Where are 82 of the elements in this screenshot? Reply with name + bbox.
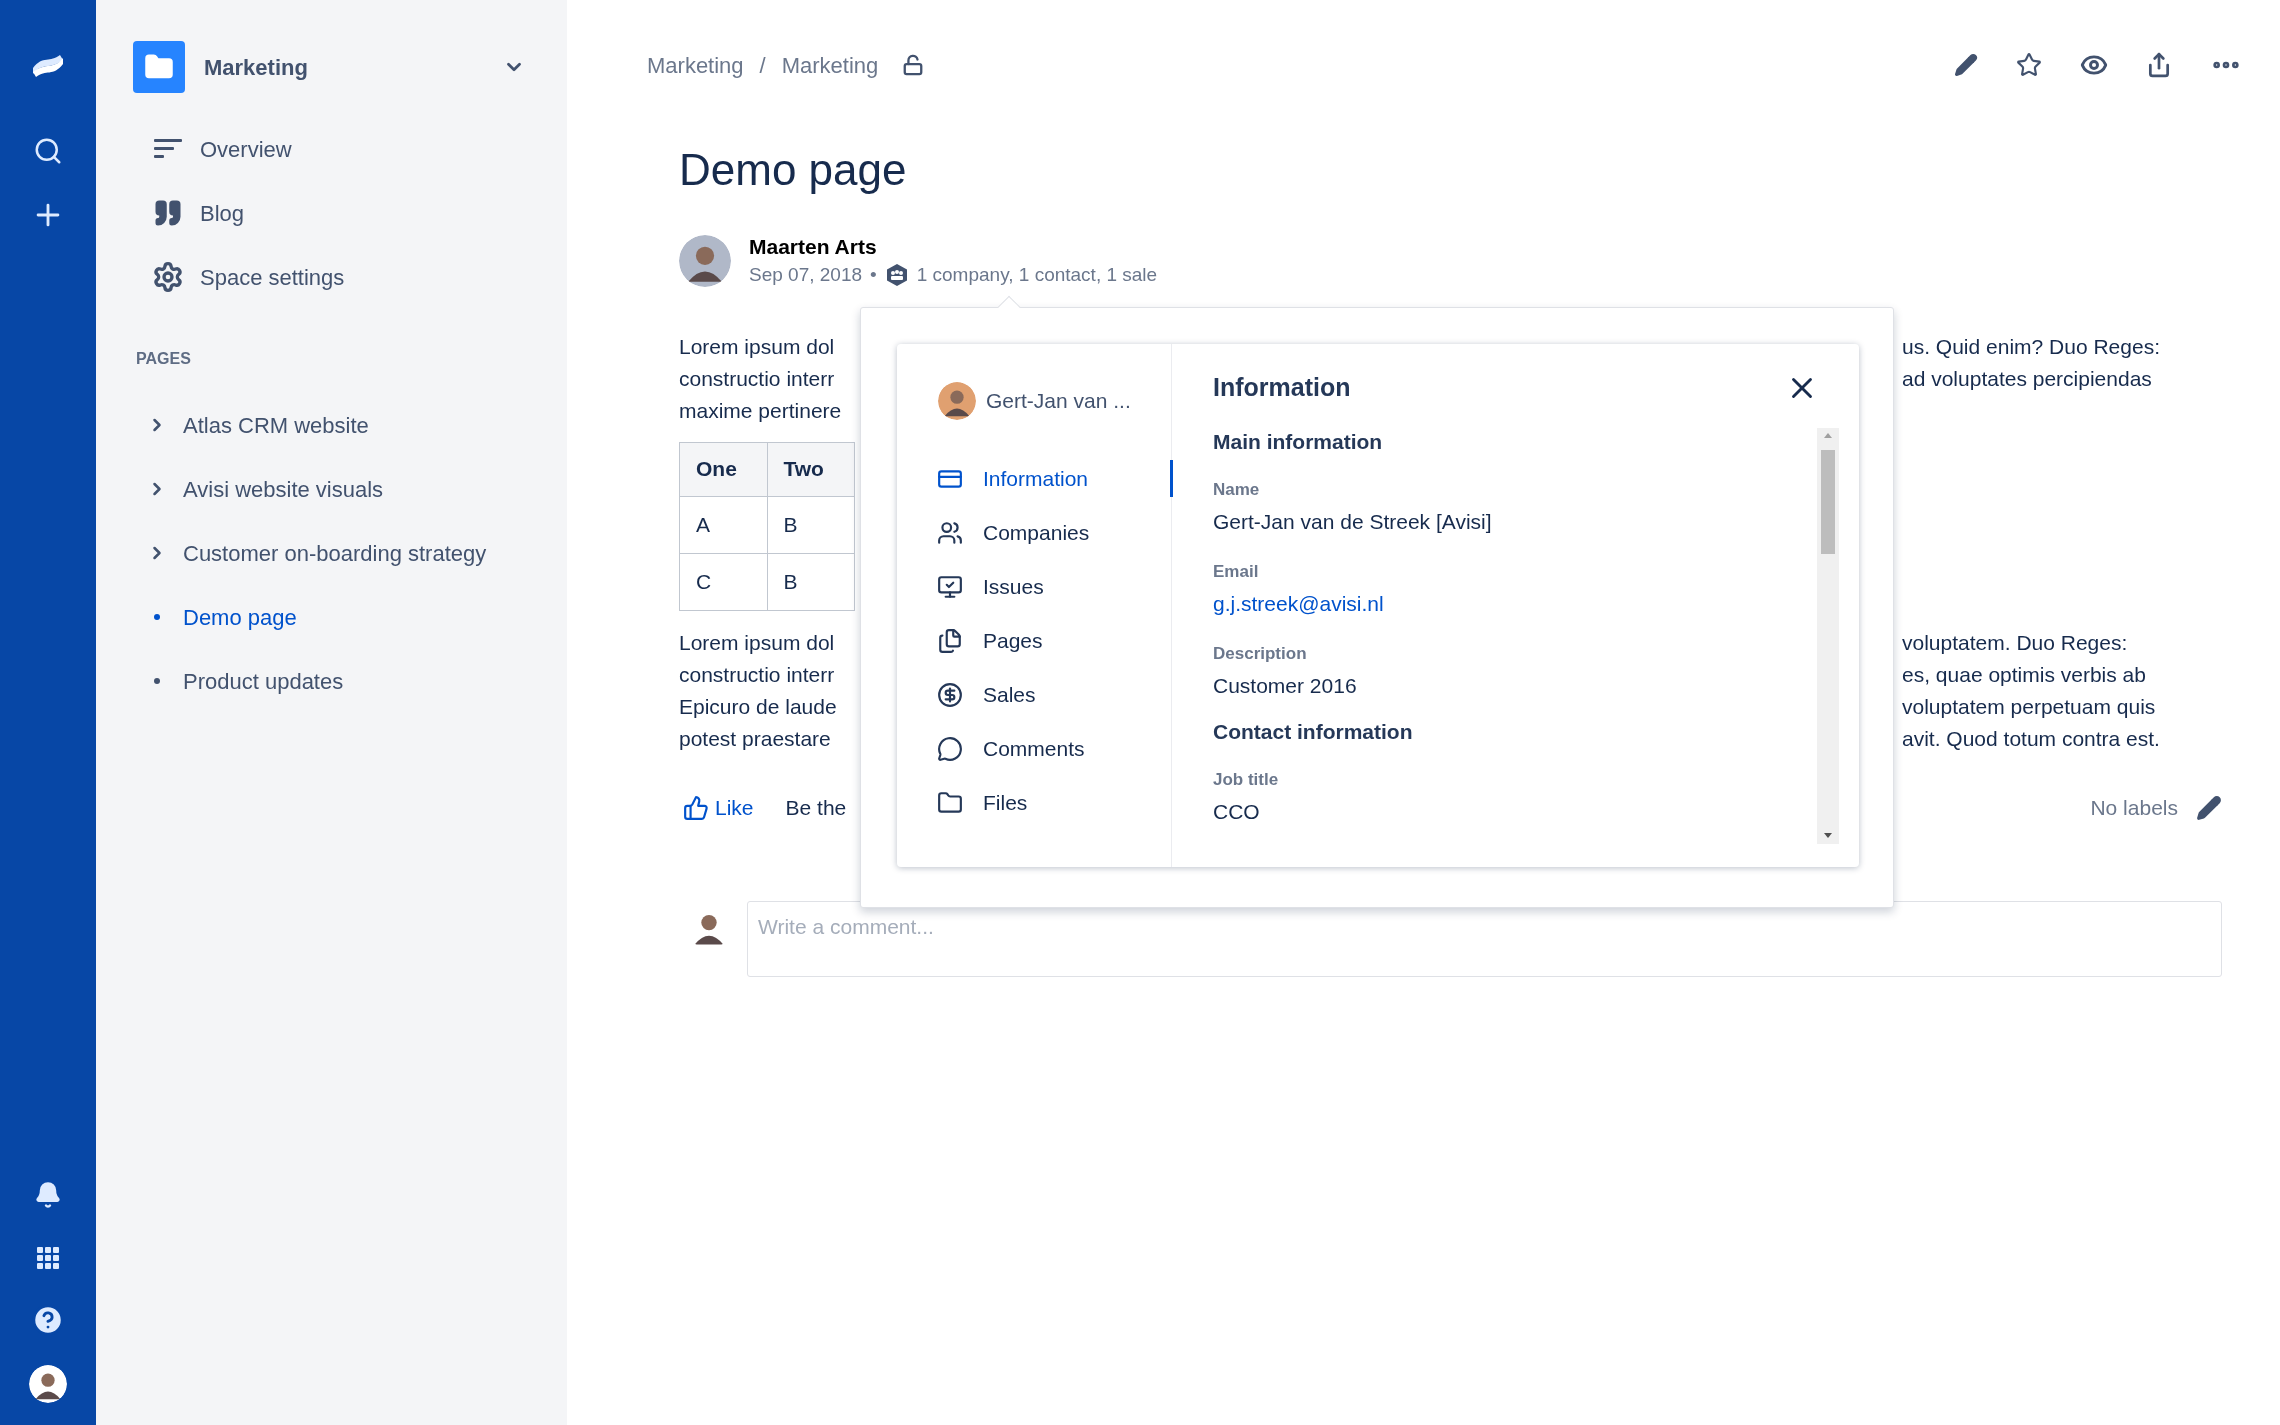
pages-icon xyxy=(937,627,963,654)
sidebar-item[interactable]: Blog xyxy=(200,196,245,230)
table-cell: A xyxy=(679,496,767,553)
paragraph-text: constructio interr xyxy=(679,365,836,392)
space-logo[interactable] xyxy=(133,41,185,93)
page-tree-item[interactable]: Customer on-boarding strategy xyxy=(183,536,487,570)
avatar xyxy=(679,235,731,288)
like-prompt: Be the xyxy=(785,794,847,821)
table-cell: B xyxy=(767,553,855,610)
section-title: Main information xyxy=(1213,429,1384,455)
author-name[interactable]: Maarten Arts xyxy=(749,233,1158,261)
table-header-cell: One xyxy=(679,442,767,496)
contact-name: Gert-Jan van ... xyxy=(986,388,1131,415)
paragraph-text: maxime pertinere xyxy=(679,397,843,424)
page-tree-item[interactable]: Atlas CRM website xyxy=(183,408,369,442)
paragraph-text: Lorem ipsum dol xyxy=(679,333,836,360)
space-name[interactable]: Marketing xyxy=(204,50,503,84)
paragraph-text: Lorem ipsum dol xyxy=(679,629,836,656)
page-date: Sep 07, 2018 xyxy=(749,263,863,287)
edit-labels-icon[interactable] xyxy=(2196,794,2222,821)
avatar xyxy=(29,1365,67,1403)
dollar-icon xyxy=(937,681,963,708)
page-tree-item[interactable]: Avisi website visuals xyxy=(183,472,384,506)
paragraph-text: potest praestare xyxy=(679,725,832,752)
popup-nav-item[interactable]: Information xyxy=(897,460,1173,497)
company-icon xyxy=(884,263,909,288)
breadcrumb-link[interactable]: Marketing xyxy=(781,48,879,82)
bell-icon[interactable] xyxy=(34,1181,62,1209)
folder-icon xyxy=(937,789,963,816)
section-title: Contact information xyxy=(1213,719,1414,745)
app-grid-icon[interactable] xyxy=(35,1245,61,1271)
labels-text: No labels xyxy=(2090,794,2178,821)
monitor-check-icon xyxy=(937,573,963,600)
page-tree-item[interactable]: Product updates xyxy=(183,664,344,698)
field-value: CCO xyxy=(1213,799,1261,825)
quote-icon xyxy=(153,198,183,228)
field-label: Name xyxy=(1213,479,1261,501)
like-button[interactable]: Like xyxy=(683,791,754,824)
popup-nav-item[interactable]: Pages xyxy=(897,622,1171,659)
paragraph-text: ad voluptates percipiendas xyxy=(1902,365,2153,392)
paragraph-text: Epicuro de laude xyxy=(679,693,838,720)
breadcrumb-link[interactable]: Marketing xyxy=(647,48,744,82)
table-cell: B xyxy=(767,496,855,553)
popup-nav-item[interactable]: Companies xyxy=(897,514,1171,551)
table-header-cell: Two xyxy=(767,442,855,496)
section-heading: PAGES xyxy=(136,349,192,369)
sidebar-item[interactable]: Overview xyxy=(200,132,292,166)
people-icon xyxy=(937,519,963,546)
field-value: Customer 2016 xyxy=(1213,673,1358,699)
unlocked-icon[interactable] xyxy=(902,54,925,76)
field-value: Gert-Jan van de Streek [Avisi] xyxy=(1213,509,1493,535)
breadcrumb-separator: / xyxy=(759,51,766,80)
sidebar-item[interactable]: Space settings xyxy=(200,260,345,294)
avatar xyxy=(938,382,976,420)
popup-nav-item[interactable]: Files xyxy=(897,784,1171,821)
share-icon[interactable] xyxy=(2146,52,2172,78)
edit-icon[interactable] xyxy=(1954,53,1978,77)
paragraph-text: constructio interr xyxy=(679,661,836,688)
thumbs-up-icon xyxy=(683,794,709,821)
paragraph-text: voluptatem. Duo Reges: xyxy=(1902,629,2129,656)
page-tree-item[interactable]: Demo page xyxy=(183,600,297,634)
search-icon[interactable] xyxy=(33,136,63,166)
field-label: Email xyxy=(1213,561,1260,583)
popup-nav-item[interactable]: Issues xyxy=(897,568,1171,605)
paragraph-text: voluptatem perpetuam quis xyxy=(1902,693,2157,720)
scrollbar[interactable] xyxy=(1817,428,1839,844)
popup-nav-item[interactable]: Comments xyxy=(897,730,1171,767)
comment-icon xyxy=(937,735,963,762)
paragraph-text: avit. Quod totum contra est. xyxy=(1902,725,2160,752)
table-cell: C xyxy=(679,553,767,610)
popup-heading: Information xyxy=(1213,372,1351,404)
field-label: Job title xyxy=(1213,769,1280,791)
crm-summary-link[interactable]: 1 company, 1 contact, 1 sale xyxy=(916,261,1158,290)
star-icon[interactable] xyxy=(2016,52,2042,78)
email-link[interactable]: g.j.streek@avisi.nl xyxy=(1213,588,1817,620)
field-label: Description xyxy=(1213,643,1308,665)
separator-dot: • xyxy=(870,263,877,287)
popup-nav-item[interactable]: Sales xyxy=(897,676,1171,713)
paragraph-text: es, quae optimis verbis ab xyxy=(1902,661,2147,688)
paragraph-text: us. Quid enim? Duo Reges: xyxy=(1902,333,2160,360)
settings-icon xyxy=(152,261,184,293)
page-title: Demo page xyxy=(679,144,908,196)
